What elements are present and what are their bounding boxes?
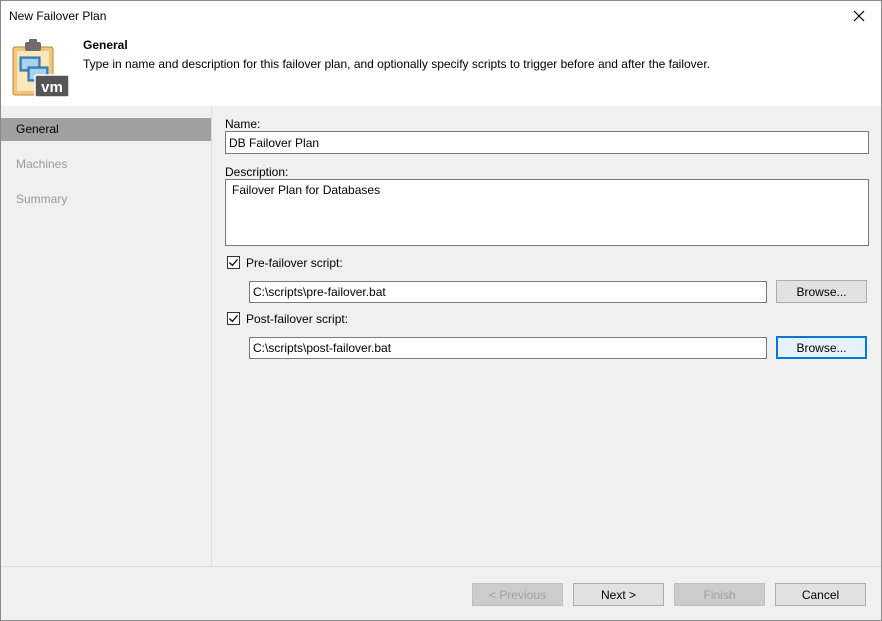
title-bar: New Failover Plan: [1, 1, 881, 32]
wizard-steps-sidebar: General Machines Summary: [1, 106, 212, 566]
post-failover-script-checkbox[interactable]: [227, 312, 240, 325]
checkmark-icon: [229, 315, 238, 323]
description-label: Description:: [225, 165, 289, 179]
post-failover-browse-button[interactable]: Browse...: [776, 336, 867, 359]
next-button[interactable]: Next >: [573, 583, 664, 606]
step-machines[interactable]: Machines: [1, 153, 211, 176]
previous-button[interactable]: < Previous: [472, 583, 563, 606]
post-failover-script-label: Post-failover script:: [246, 312, 349, 326]
failover-plan-vm-icon: vm: [12, 39, 70, 98]
window-title: New Failover Plan: [9, 9, 107, 23]
finish-button[interactable]: Finish: [674, 583, 765, 606]
name-label: Name:: [225, 117, 261, 131]
post-failover-script-path-input[interactable]: [249, 337, 767, 359]
pre-failover-script-label: Pre-failover script:: [246, 256, 343, 270]
svg-text:vm: vm: [41, 79, 63, 96]
pre-failover-script-checkbox[interactable]: [227, 256, 240, 269]
general-step-content: Name: Description: Failover Plan for Dat…: [212, 106, 881, 566]
wizard-footer: < Previous Next > Finish Cancel: [1, 566, 881, 620]
description-input[interactable]: Failover Plan for Databases: [225, 179, 869, 246]
page-title: General: [83, 38, 128, 52]
close-icon: [853, 10, 865, 22]
page-description: Type in name and description for this fa…: [83, 57, 711, 71]
new-failover-plan-dialog: New Failover Plan vm General Type in nam…: [0, 0, 882, 621]
checkmark-icon: [229, 259, 238, 267]
pre-failover-script-path-input[interactable]: [249, 281, 767, 303]
close-button[interactable]: [837, 1, 881, 31]
step-summary[interactable]: Summary: [1, 188, 211, 211]
step-general[interactable]: General: [1, 118, 211, 141]
cancel-button[interactable]: Cancel: [775, 583, 866, 606]
pre-failover-browse-button[interactable]: Browse...: [776, 280, 867, 303]
wizard-header: vm General Type in name and description …: [1, 32, 881, 106]
name-input[interactable]: [225, 131, 869, 154]
